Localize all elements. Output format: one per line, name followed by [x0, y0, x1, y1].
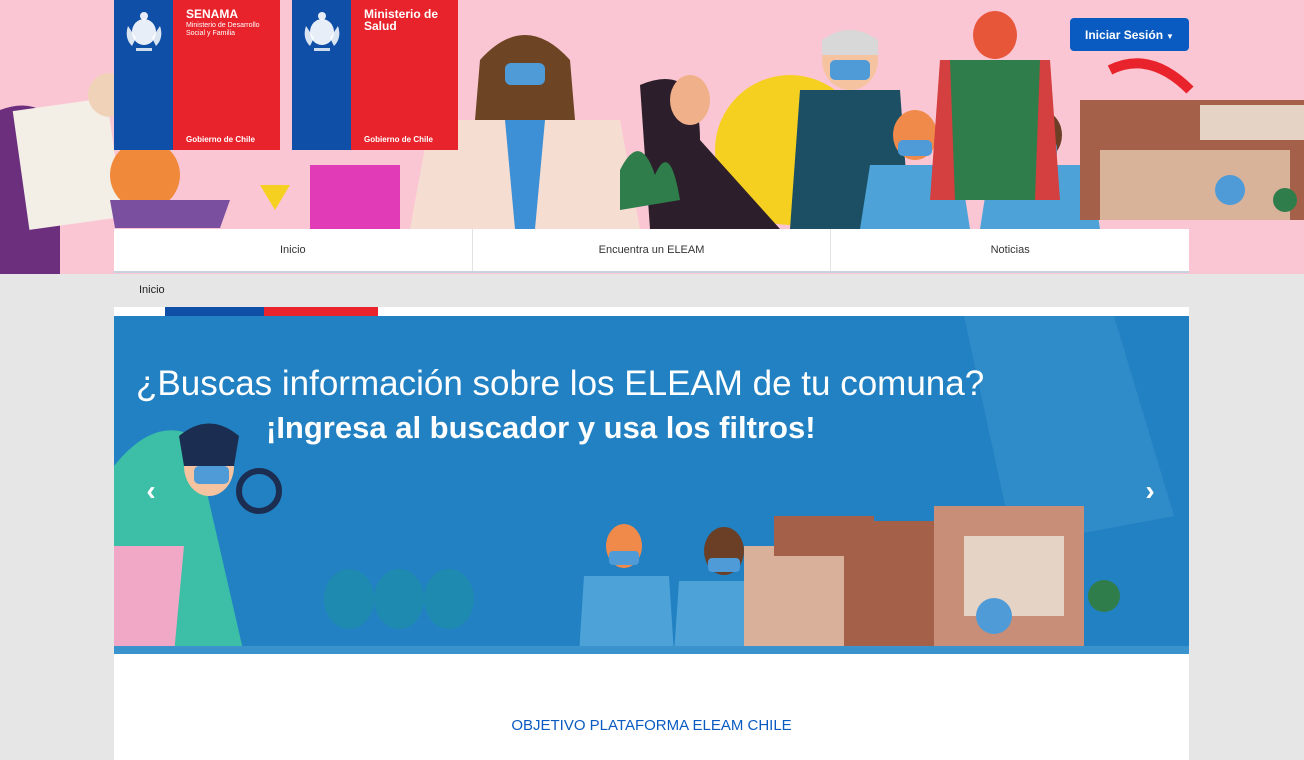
logo-subtitle: Ministerio de Desarrollo Social y Famili…	[186, 22, 260, 37]
caret-down-icon: ▼	[1166, 31, 1174, 41]
logo-footer: Gobierno de Chile	[364, 135, 433, 144]
carousel-headline: ¿Buscas información sobre los ELEAM de t…	[136, 364, 985, 403]
chevron-right-icon[interactable]: ›	[1138, 476, 1162, 506]
nav-item-inicio[interactable]: Inicio	[114, 229, 473, 271]
chile-coat-of-arms-icon	[304, 12, 340, 51]
logo-title: SENAMA	[186, 7, 239, 21]
hero-carousel[interactable]: ¿Buscas información sobre los ELEAM de t…	[114, 316, 1189, 654]
nav-item-encuentra-eleam[interactable]: Encuentra un ELEAM	[473, 229, 832, 271]
main-content: ¿Buscas información sobre los ELEAM de t…	[114, 307, 1189, 760]
carousel-subheadline: ¡Ingresa al buscador y usa los filtros!	[266, 410, 816, 445]
logo-footer: Gobierno de Chile	[186, 135, 255, 144]
logo-title: Ministerio de Salud	[364, 7, 439, 33]
breadcrumb[interactable]: Inicio	[139, 284, 165, 296]
login-label: Iniciar Sesión	[1085, 27, 1164, 42]
section-title: OBJETIVO PLATAFORMA ELEAM CHILE	[511, 717, 792, 734]
senama-logo[interactable]: SENAMA Ministerio de Desarrollo Social y…	[114, 0, 280, 150]
nav-item-noticias[interactable]: Noticias	[831, 229, 1189, 271]
chile-coat-of-arms-icon	[126, 12, 162, 51]
main-nav: Inicio Encuentra un ELEAM Noticias	[114, 229, 1189, 273]
login-button[interactable]: Iniciar Sesión ▼	[1070, 18, 1189, 51]
chevron-left-icon[interactable]: ‹	[139, 476, 163, 506]
minsal-logo[interactable]: Ministerio de Salud Gobierno de Chile	[292, 0, 458, 150]
flag-stripe	[165, 307, 378, 316]
